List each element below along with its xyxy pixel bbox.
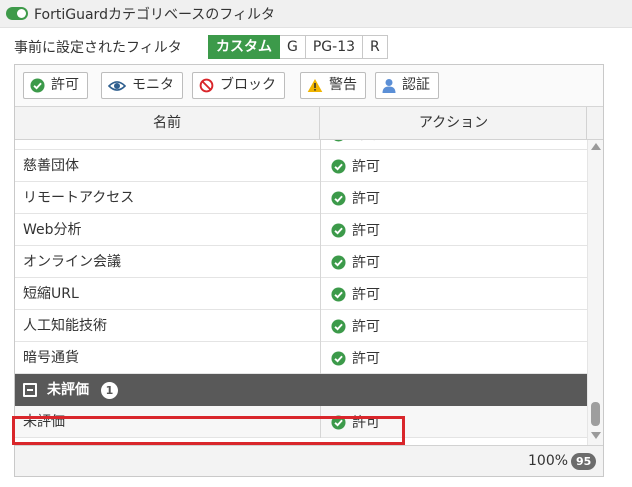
check-circle-icon [331,318,346,334]
column-header-name[interactable]: 名前 [15,107,320,140]
table-row[interactable]: Web分析 許可 [15,214,587,246]
allow-button[interactable]: 許可 [23,72,88,99]
monitor-button-label: モニタ [132,77,174,93]
check-circle-icon [331,222,346,238]
category-name: リモートアクセス [23,190,135,206]
category-name: 短縮URL [23,286,79,302]
total-count-badge: 95 [571,453,597,470]
table-row[interactable]: Webベースのアプリケーション 許可 [15,140,587,150]
category-name: 人工知能技術 [23,318,107,334]
action-toolbar: 許可 モニタ ブロック 警告 認証 [15,65,603,107]
check-circle-icon [331,254,346,270]
block-icon [199,78,214,93]
fortiguard-filter-toggle[interactable] [6,7,28,20]
vertical-scrollbar[interactable] [587,140,603,445]
table-header: 名前 アクション [15,107,603,140]
toggle-knob [17,9,26,18]
group-row-unrated[interactable]: 未評価 1 [15,374,587,406]
section-title: FortiGuardカテゴリベースのフィルタ [34,7,275,23]
user-icon [382,78,396,93]
collapse-icon[interactable] [23,383,37,397]
warning-button-label: 警告 [329,77,357,93]
category-name: Web分析 [23,222,82,238]
category-action[interactable]: 許可 [331,140,380,150]
allow-button-label: 許可 [51,77,79,93]
table-row[interactable]: 短縮URL 許可 [15,278,587,310]
table-row[interactable]: 慈善団体 許可 [15,150,587,182]
table-row[interactable]: 人工知能技術 許可 [15,310,587,342]
zoom-level: 100% [528,453,569,469]
preset-r-button[interactable]: R [363,35,388,59]
block-button-label: ブロック [220,77,276,93]
warning-icon [307,78,323,93]
table-row[interactable]: リモートアクセス 許可 [15,182,587,214]
category-action[interactable]: 許可 [331,214,380,246]
check-circle-icon [331,140,346,142]
eye-icon [108,79,126,93]
category-name: 暗号通貨 [23,350,79,366]
preset-filter-selector: カスタム G PG-13 R [208,35,388,59]
category-table-body: Webベースのアプリケーション 許可 慈善団体許可リモートアクセス許可Web分析… [15,140,587,445]
category-action[interactable]: 許可 [331,342,380,374]
category-name: Webベースのアプリケーション [23,140,221,150]
scroll-thumb[interactable] [591,402,600,426]
warning-button[interactable]: 警告 [300,72,366,99]
table-footer: 100% 95 [15,445,603,476]
category-name: オンライン会議 [23,254,121,270]
check-circle-icon [331,190,346,206]
scroll-up-arrow-icon[interactable] [591,143,601,150]
check-circle-icon [331,286,346,302]
selected-row-highlight [12,416,405,445]
table-row[interactable]: 暗号通貨 許可 [15,342,587,374]
preset-g-button[interactable]: G [280,35,306,59]
category-name: 慈善団体 [23,158,79,174]
check-circle-icon [30,78,45,93]
category-action[interactable]: 許可 [331,278,380,310]
group-count-badge: 1 [101,382,118,399]
check-circle-icon [331,350,346,366]
monitor-button[interactable]: モニタ [101,72,183,99]
section-header: FortiGuardカテゴリベースのフィルタ [0,0,632,28]
category-action[interactable]: 許可 [331,182,380,214]
authenticate-button[interactable]: 認証 [375,72,439,99]
block-button[interactable]: ブロック [192,72,285,99]
preset-filter-label: 事前に設定されたフィルタ [14,40,182,56]
table-row[interactable]: オンライン会議 許可 [15,246,587,278]
category-action[interactable]: 許可 [331,310,380,342]
group-label: 未評価 [47,382,89,398]
authenticate-button-label: 認証 [402,77,430,93]
column-header-action[interactable]: アクション [321,107,587,140]
preset-custom-button[interactable]: カスタム [208,35,280,59]
preset-pg13-button[interactable]: PG-13 [305,35,364,59]
category-action[interactable]: 許可 [331,246,380,278]
scroll-down-arrow-icon[interactable] [591,432,601,439]
category-action[interactable]: 許可 [331,150,380,182]
check-circle-icon [331,158,346,174]
